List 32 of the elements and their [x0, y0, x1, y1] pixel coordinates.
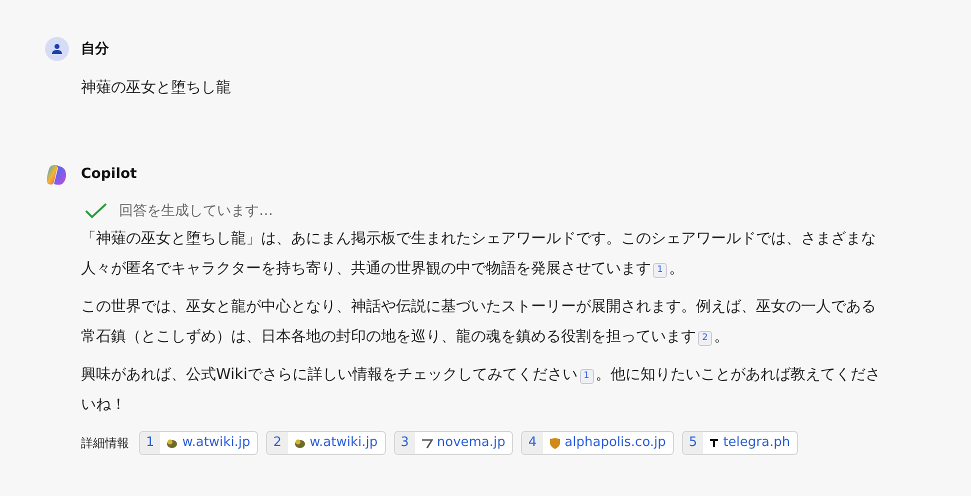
user-avatar-icon	[45, 37, 69, 61]
source-number: 5	[682, 432, 704, 454]
sender-name: 自分	[81, 40, 109, 58]
source-link[interactable]: 5 telegra.ph	[682, 430, 798, 454]
source-number: 2	[267, 432, 288, 454]
source-link[interactable]: 4 alphapolis.co.jp	[521, 430, 674, 454]
shield-icon	[548, 436, 561, 448]
source-domain: novema.jp	[436, 434, 506, 452]
answer-paragraph: この世界では、巫女と龍が中心となり、神話や伝説に基づいたストーリーが展開されます。例えば、巫女の一人である常石鎮（とこしずめ）は、日本各地の封印の地を巡り、龍の魂を鎮める役割を担っています 2 。	[81, 296, 877, 348]
citation-link[interactable]: 2	[698, 330, 712, 346]
source-domain: w.atwiki.jp	[182, 434, 252, 452]
source-domain: telegra.ph	[723, 434, 792, 452]
user-message: 神薙の巫女と堕ちし龍	[81, 77, 232, 98]
source-domain: alphapolis.co.jp	[564, 434, 667, 452]
sources-label: 詳細情報	[81, 434, 129, 452]
source-number: 3	[394, 432, 415, 454]
answer-paragraph: 興味があれば、公式Wikiでさらに詳しい情報をチェックしてみてください 1 。他に知りたいことがあれば教えてくださいね！	[81, 364, 882, 414]
source-link[interactable]: 2 w.atwiki.jp	[266, 430, 386, 454]
answer-paragraph: 「神薙の巫女と堕ちし龍」は、あにまん掲示板で生まれたシェアワールドです。このシェアワールドでは、さまざまな人々が匿名でキャラクターを持ち寄り、共通の世界観の中で物語を発展させています 1 。	[81, 228, 877, 280]
source-number: 4	[522, 432, 543, 454]
sender-name: Copilot	[81, 165, 137, 184]
citation-link[interactable]: 1	[653, 262, 667, 278]
source-number: 1	[140, 432, 160, 454]
checkmark-icon	[85, 203, 107, 219]
source-link[interactable]: 1 w.atwiki.jp	[139, 430, 258, 454]
status-text: 回答を生成しています…	[119, 202, 273, 220]
source-domain: w.atwiki.jp	[310, 434, 379, 452]
source-link[interactable]: 3 novema.jp	[394, 430, 514, 454]
stroke-icon	[420, 436, 433, 448]
copilot-logo-icon	[45, 162, 69, 186]
letter-t-icon	[709, 438, 720, 448]
citation-link[interactable]: 1	[580, 368, 594, 384]
